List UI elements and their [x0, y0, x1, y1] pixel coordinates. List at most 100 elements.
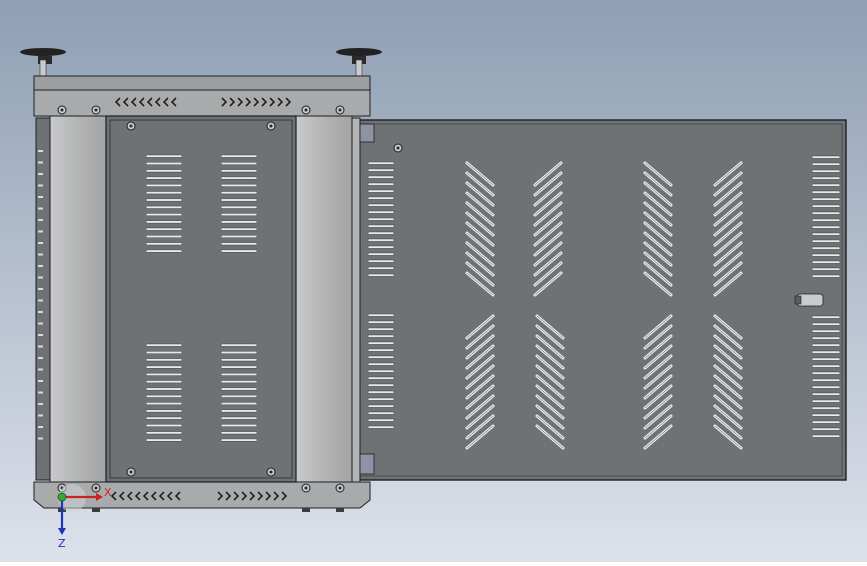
vent-slot	[811, 350, 841, 354]
vent-slot	[145, 365, 183, 369]
vent-slot	[220, 169, 258, 173]
vent-slot	[145, 213, 183, 216]
vent-slot	[367, 182, 395, 186]
vent-slot	[145, 424, 183, 427]
screw-center	[396, 146, 400, 150]
vent-slot	[220, 416, 258, 420]
vent-slot	[220, 438, 258, 442]
vent-slot	[367, 224, 395, 228]
vent-slot	[367, 376, 395, 380]
vent-slot	[811, 176, 841, 180]
vent-slot	[367, 320, 395, 324]
vent-slot	[220, 213, 258, 216]
screw-center	[94, 486, 98, 490]
vent-slot	[367, 341, 395, 345]
vent-slot	[145, 169, 183, 173]
vent-slot	[145, 227, 183, 231]
vent-slot	[220, 162, 258, 165]
side-tick	[38, 299, 43, 302]
foot	[92, 508, 100, 512]
side-tick	[38, 357, 43, 359]
side-tick	[38, 276, 43, 279]
z-axis-label: Z	[58, 537, 66, 550]
vent-slot	[220, 235, 258, 238]
vent-slot	[145, 351, 183, 354]
side-tick	[38, 414, 43, 417]
screw-center	[129, 124, 133, 128]
vent-slot	[811, 260, 841, 264]
vent-slot	[220, 351, 258, 354]
screw-center	[338, 486, 342, 490]
vent-slot	[145, 394, 183, 398]
screw-center	[269, 124, 273, 128]
right-rail	[295, 115, 353, 483]
vent-slot	[811, 246, 841, 250]
vent-slot	[367, 273, 395, 277]
vent-slot	[367, 196, 395, 200]
side-tick	[38, 334, 43, 336]
side-tick	[38, 368, 43, 371]
vent-slot	[367, 334, 395, 338]
vent-slot	[220, 373, 258, 376]
screw-center	[304, 108, 308, 112]
vent-slot	[367, 203, 395, 207]
vent-slot	[220, 183, 258, 187]
side-tick	[38, 161, 43, 164]
vent-slot	[220, 424, 258, 427]
vent-slot	[811, 218, 841, 222]
side-tick	[38, 437, 43, 440]
side-tick	[38, 426, 43, 428]
side-tick	[38, 230, 43, 233]
vent-slot	[145, 343, 183, 347]
top-rail	[33, 89, 371, 117]
vent-slot	[367, 327, 395, 331]
vent-slot	[145, 205, 183, 209]
vent-slot	[811, 329, 841, 333]
vent-slot	[220, 205, 258, 209]
side-tick	[38, 311, 43, 313]
vent-slot	[220, 249, 258, 253]
vent-slot	[811, 162, 841, 166]
vent-slot	[811, 343, 841, 347]
vent-slot	[367, 210, 395, 214]
vent-slot	[367, 238, 395, 242]
vent-slot	[811, 420, 841, 424]
vent-slot	[145, 242, 183, 246]
screw-center	[60, 108, 64, 112]
vent-slot	[367, 397, 395, 401]
vent-slot	[811, 357, 841, 361]
side-tick	[38, 207, 43, 210]
side-tick	[38, 403, 43, 405]
vent-slot	[220, 242, 258, 246]
side-tick	[38, 242, 43, 244]
side-tick	[38, 173, 43, 175]
vent-slot	[811, 267, 841, 271]
vent-slot	[367, 348, 395, 352]
side-tick	[38, 184, 43, 187]
vent-slot	[811, 204, 841, 208]
vent-slot	[811, 392, 841, 396]
vent-slot	[145, 154, 183, 158]
center-panel	[105, 115, 297, 483]
vent-slot	[811, 315, 841, 319]
vent-slot	[367, 231, 395, 235]
vent-slot	[811, 239, 841, 243]
frame-assembly[interactable]	[33, 75, 371, 509]
drawer-panel[interactable]	[351, 117, 847, 483]
latch-icon[interactable]	[794, 293, 824, 307]
vent-slot	[367, 355, 395, 359]
cad-viewport[interactable]: X Z	[0, 0, 867, 562]
vent-slot	[367, 161, 395, 165]
drawer-edge	[351, 117, 361, 483]
vent-slot	[367, 404, 395, 408]
vent-slot	[367, 168, 395, 172]
side-tick	[38, 322, 43, 325]
vent-slot	[811, 427, 841, 431]
vent-slot	[811, 169, 841, 173]
hinge-bottom	[359, 453, 375, 475]
vent-slot	[220, 365, 258, 369]
vent-slot	[220, 402, 258, 405]
side-tick	[38, 380, 43, 382]
vent-slot	[811, 274, 841, 278]
vent-slot	[811, 413, 841, 417]
